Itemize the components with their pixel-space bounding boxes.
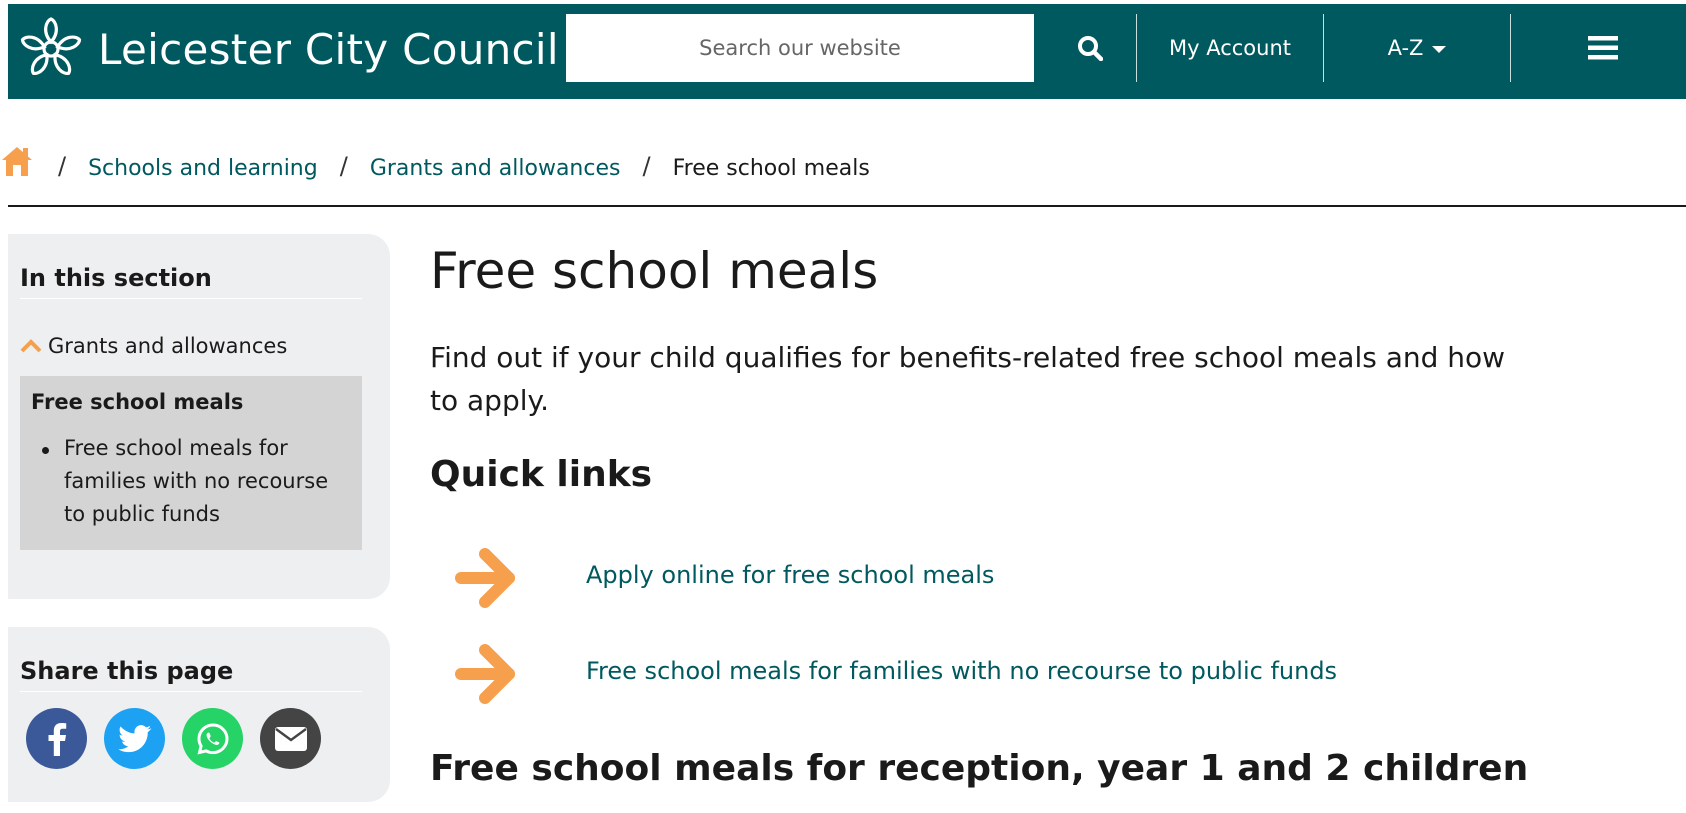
arrow-right-icon [455,548,515,608]
quick-links-heading: Quick links [430,454,653,495]
search-input[interactable] [566,14,1034,82]
arrow-right-icon [455,644,515,704]
a-z-dropdown[interactable]: A-Z [1324,14,1510,82]
email-icon [274,726,307,751]
share-buttons [26,708,321,769]
search-button[interactable] [1044,14,1136,82]
reception-heading: Free school meals for reception, year 1 … [430,748,1529,789]
breadcrumb-current: Free school meals [672,155,870,181]
my-account-link[interactable]: My Account [1137,14,1323,82]
email-share-button[interactable] [260,708,321,769]
section-nav-active-title[interactable]: Free school meals [31,390,243,414]
quick-link-apply-online[interactable]: Apply online for free school meals [586,561,994,589]
whatsapp-share-button[interactable] [182,708,243,769]
search-icon [1078,36,1103,61]
page-intro: Find out if your child qualifies for ben… [430,341,1506,417]
twitter-icon [117,724,151,752]
section-nav-parent-label: Grants and allowances [48,334,288,358]
share-panel: Share this page [8,627,390,802]
breadcrumb-divider [8,205,1686,207]
whatsapp-icon [196,722,229,755]
header-divider [1510,14,1511,82]
section-nav-active-item: Free school meals Free school meals for … [20,376,362,550]
search-box [566,14,1034,82]
facebook-share-button[interactable] [26,708,87,769]
caret-down-icon [1432,45,1447,53]
my-account-label: My Account [1168,36,1291,60]
twitter-share-button[interactable] [104,708,165,769]
quick-link-arrow[interactable] [455,643,517,705]
breadcrumb-separator: / [339,152,348,180]
council-flower-logo-icon [20,17,82,75]
home-icon[interactable] [2,144,36,178]
breadcrumb: / Schools and learning / Grants and allo… [0,140,870,196]
breadcrumb-link-grants[interactable]: Grants and allowances [370,156,621,181]
section-nav-heading: In this section [20,264,362,299]
quick-link-arrow[interactable] [455,547,517,609]
quick-link-no-recourse[interactable]: Free school meals for families with no r… [586,657,1337,685]
site-name: Leicester City Council [98,24,559,74]
section-nav-child-link[interactable]: Free school meals for families with no r… [64,432,344,531]
section-nav-parent-link[interactable]: Grants and allowances [20,334,287,358]
site-logo[interactable]: Leicester City Council [18,16,559,82]
main-menu-button[interactable] [1512,14,1686,82]
breadcrumb-separator: / [58,152,67,180]
breadcrumb-link-schools[interactable]: Schools and learning [88,156,318,181]
breadcrumb-separator: / [642,152,651,180]
facebook-icon [48,722,66,756]
share-heading: Share this page [20,657,362,692]
section-nav: In this section Grants and allowances Fr… [8,234,390,599]
site-header: Leicester City Council My Account A-Z [8,4,1686,99]
a-z-label: A-Z [1387,36,1424,60]
page-title: Free school meals [430,242,879,300]
hamburger-menu-icon [1588,36,1618,60]
list-bullet [42,447,49,454]
chevron-up-icon [20,339,42,353]
